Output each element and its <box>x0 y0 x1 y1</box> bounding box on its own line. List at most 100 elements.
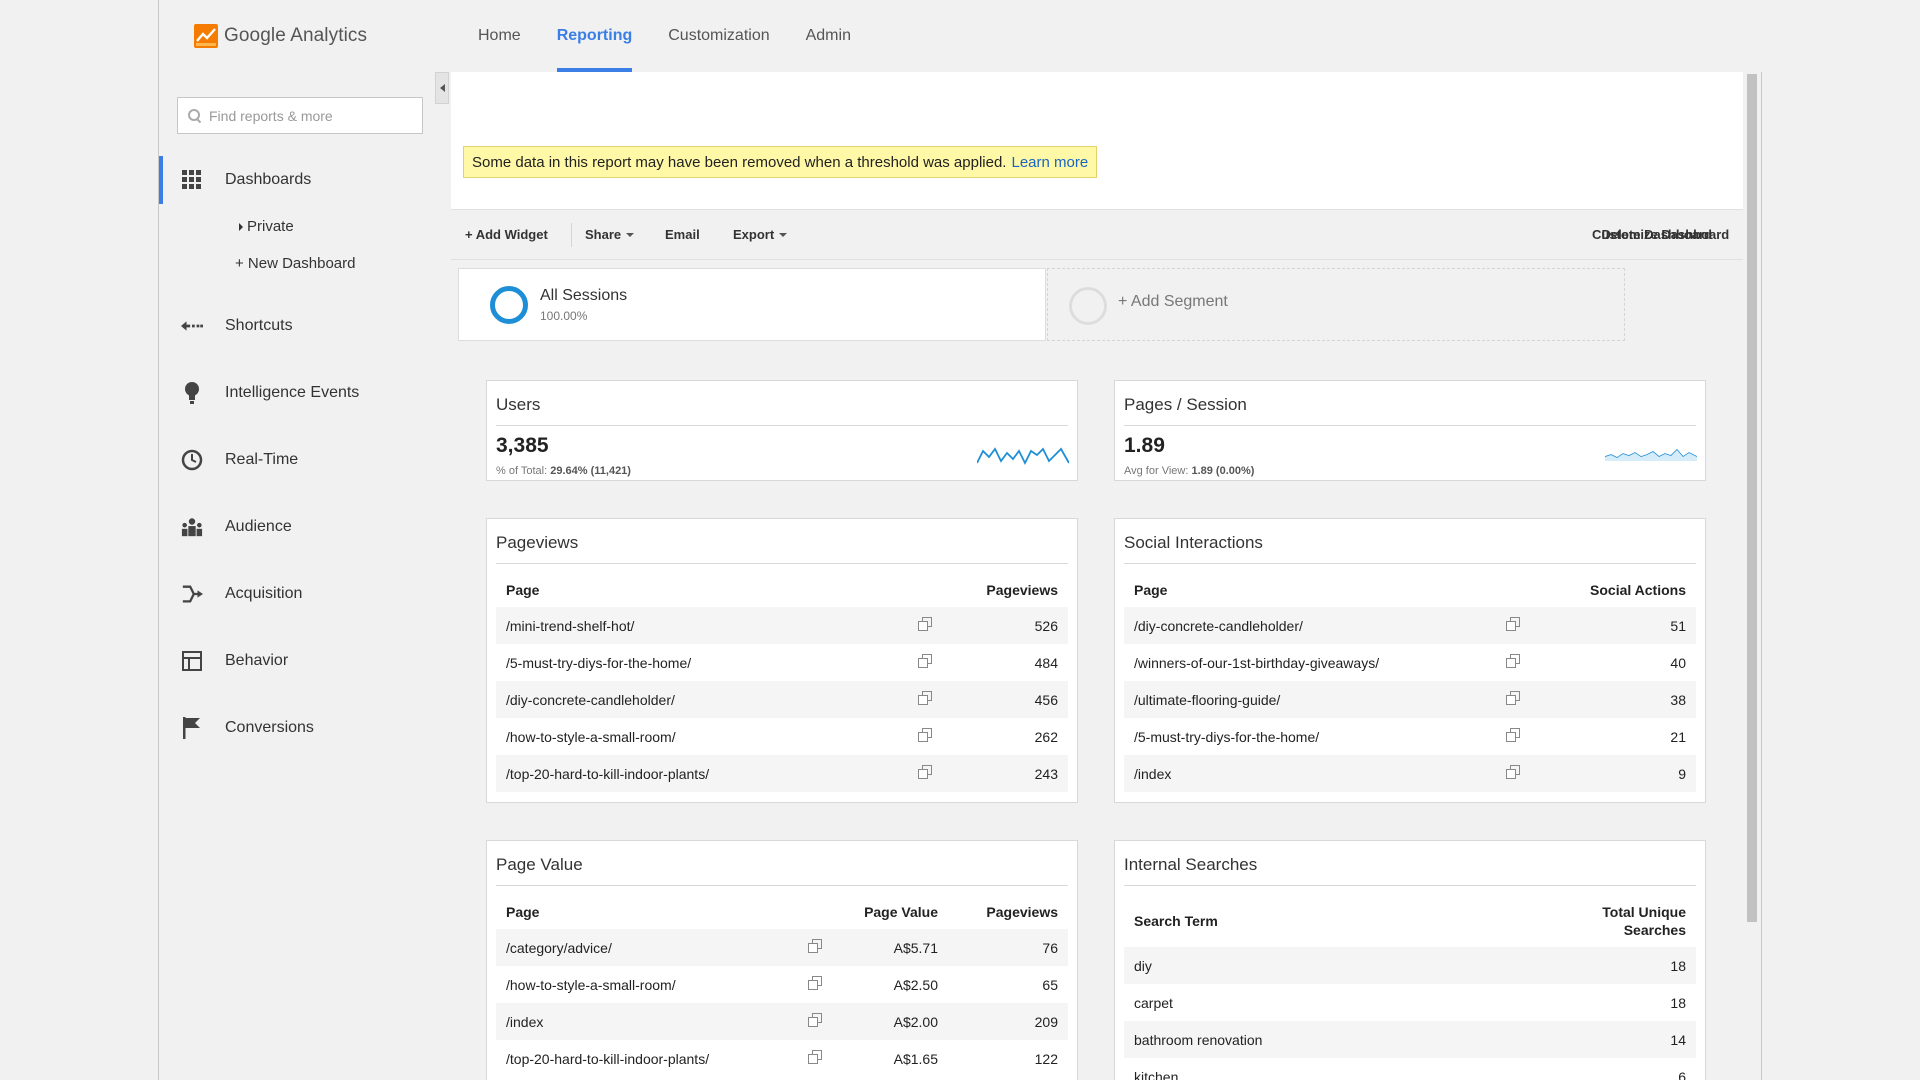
value-cell: 40 <box>1670 654 1686 671</box>
widget-value: 1.89 <box>1124 434 1165 457</box>
main-scrollbar[interactable] <box>1744 72 1760 1080</box>
widget-title: Page Value <box>496 855 583 874</box>
table-row: /mini-trend-shelf-hot/526 <box>496 607 1068 644</box>
triangle-right-icon <box>239 223 243 232</box>
sidebar-label-realtime: Real-Time <box>225 451 299 468</box>
table-row: /category/advice/A$5.71 76 <box>496 929 1068 966</box>
open-link-icon[interactable] <box>918 765 932 779</box>
segment-ring-icon <box>490 286 528 324</box>
value-cell: 18 <box>1670 994 1686 1011</box>
open-link-icon[interactable] <box>1506 765 1520 779</box>
term-cell: bathroom renovation <box>1124 1021 1461 1058</box>
sidebar-item-intelligence-events[interactable]: Intelligence Events <box>159 369 435 417</box>
open-link-icon[interactable] <box>808 976 822 990</box>
sidebar-collapse-button[interactable] <box>435 72 449 104</box>
page-cell: /mini-trend-shelf-hot/ <box>496 607 908 644</box>
sub-label: % of Total: <box>496 465 548 477</box>
table-row: /5-must-try-diys-for-the-home/484 <box>496 644 1068 681</box>
open-link-icon[interactable] <box>918 617 932 631</box>
sidebar-label-conversions: Conversions <box>225 719 314 736</box>
value-cell: A$2.50 <box>893 976 938 993</box>
table-row: /top-20-hard-to-kill-indoor-plants/A$1.6… <box>496 1040 1068 1077</box>
open-link-icon[interactable] <box>808 939 822 953</box>
widget-title: Social Interactions <box>1124 533 1263 552</box>
open-link-icon[interactable] <box>1506 654 1520 668</box>
sidebar-item-dashboards[interactable]: Dashboards <box>159 156 435 204</box>
widget-subtext: Avg for View: 1.89 (0.00%) <box>1124 465 1254 477</box>
term-cell: diy <box>1124 947 1461 984</box>
nav-customization[interactable]: Customization <box>650 0 787 72</box>
col-header: Pageviews <box>986 904 1058 920</box>
pageviews-widget: Pageviews Page Pageviews /mini-trend-shel… <box>486 518 1078 803</box>
report-search[interactable] <box>177 97 423 134</box>
sidebar-item-audience[interactable]: Audience <box>159 503 435 551</box>
value-cell: 9 <box>1536 755 1696 792</box>
sidebar-item-private[interactable]: Private <box>239 218 294 235</box>
search-input[interactable] <box>209 107 409 124</box>
social-table: Page Social Actions /diy-concrete-candleh… <box>1124 573 1696 792</box>
table-row: /how-to-style-a-small-room/262 <box>496 718 1068 755</box>
open-link-icon[interactable] <box>1506 691 1520 705</box>
views-cell: 76 <box>948 929 1068 966</box>
value-cell: 51 <box>1536 607 1696 644</box>
widget-title: Pageviews <box>496 533 579 552</box>
add-segment-button[interactable]: + Add Segment <box>1047 268 1625 341</box>
scrollbar-thumb[interactable] <box>1747 74 1757 922</box>
open-link-icon[interactable] <box>808 1050 822 1064</box>
users-widget: Users 3,385 % of Total: 29.64% (11,421) <box>486 380 1078 481</box>
sidebar-item-new-dashboard[interactable]: + New Dashboard <box>235 255 355 272</box>
sub-value: 29.64% (11,421) <box>550 465 631 477</box>
page-cell: /category/advice/ <box>496 929 798 966</box>
open-link-icon[interactable] <box>808 1013 822 1027</box>
shortcut-arrow-icon <box>181 315 203 337</box>
segment-all-sessions[interactable]: All Sessions 100.00% <box>458 268 1046 341</box>
sub-label: Avg for View: <box>1124 465 1189 477</box>
layout-icon <box>181 650 203 672</box>
open-link-icon[interactable] <box>918 691 932 705</box>
widget-value: 3,385 <box>496 434 549 457</box>
internal-searches-widget: Internal Searches Search Term Total Uniqu… <box>1114 840 1706 1080</box>
sidebar-item-realtime[interactable]: Real-Time <box>159 436 435 484</box>
pageviews-table: Page Pageviews /mini-trend-shelf-hot/526 … <box>496 573 1068 792</box>
table-row: diy 18 <box>1124 947 1696 984</box>
views-cell: 209 <box>948 1003 1068 1040</box>
table-row: /diy-concrete-candleholder/456 <box>496 681 1068 718</box>
page-cell: /diy-concrete-candleholder/ <box>1124 607 1496 644</box>
open-link-icon[interactable] <box>918 654 932 668</box>
sparkline <box>977 447 1069 466</box>
table-row: /top-20-hard-to-kill-indoor-plants/243 <box>496 755 1068 792</box>
table-row: /index A$2.00 209 <box>496 1003 1068 1040</box>
nav-admin[interactable]: Admin <box>788 0 869 72</box>
open-link-icon[interactable] <box>918 728 932 742</box>
open-link-icon[interactable] <box>1506 617 1520 631</box>
value-cell: 21 <box>1670 728 1686 745</box>
value-cell: 38 <box>1536 681 1696 718</box>
col-header: Page <box>1134 582 1168 598</box>
clock-icon <box>181 449 203 471</box>
logo-text: Google Analytics <box>224 25 368 46</box>
open-link-icon[interactable] <box>1506 728 1520 742</box>
term-cell: kitchen <box>1134 1068 1179 1080</box>
nav-home[interactable]: Home <box>460 0 539 72</box>
col-header-line: Total Unique <box>1602 904 1686 920</box>
page-cell: /top-20-hard-to-kill-indoor-plants/ <box>496 755 908 792</box>
sidebar-item-shortcuts[interactable]: Shortcuts <box>159 302 435 350</box>
table-row: /5-must-try-diys-for-the-home/21 <box>1124 718 1696 755</box>
page-cell: /index <box>1124 755 1496 792</box>
sidebar-item-acquisition[interactable]: Acquisition <box>159 570 435 618</box>
value-cell: 243 <box>948 755 1068 792</box>
sidebar-label-private: Private <box>247 218 294 235</box>
value-cell: A$2.00 <box>838 1003 948 1040</box>
col-header: Social Actions <box>1590 582 1686 598</box>
collapse-left-icon <box>439 84 445 92</box>
nav-reporting[interactable]: Reporting <box>539 0 651 72</box>
sparkline <box>1605 448 1697 461</box>
sidebar-item-behavior[interactable]: Behavior <box>159 637 435 685</box>
sidebar-item-conversions[interactable]: Conversions <box>159 704 435 752</box>
table-row: /how-to-style-a-small-room/A$2.50 65 <box>496 966 1068 1003</box>
segment-percent: 100.00% <box>540 309 588 323</box>
col-header-line: Searches <box>1623 922 1686 938</box>
value-cell: 14 <box>1460 1021 1696 1058</box>
ga-logo[interactable]: Google Analytics <box>194 24 367 48</box>
views-cell: 65 <box>1042 976 1058 993</box>
